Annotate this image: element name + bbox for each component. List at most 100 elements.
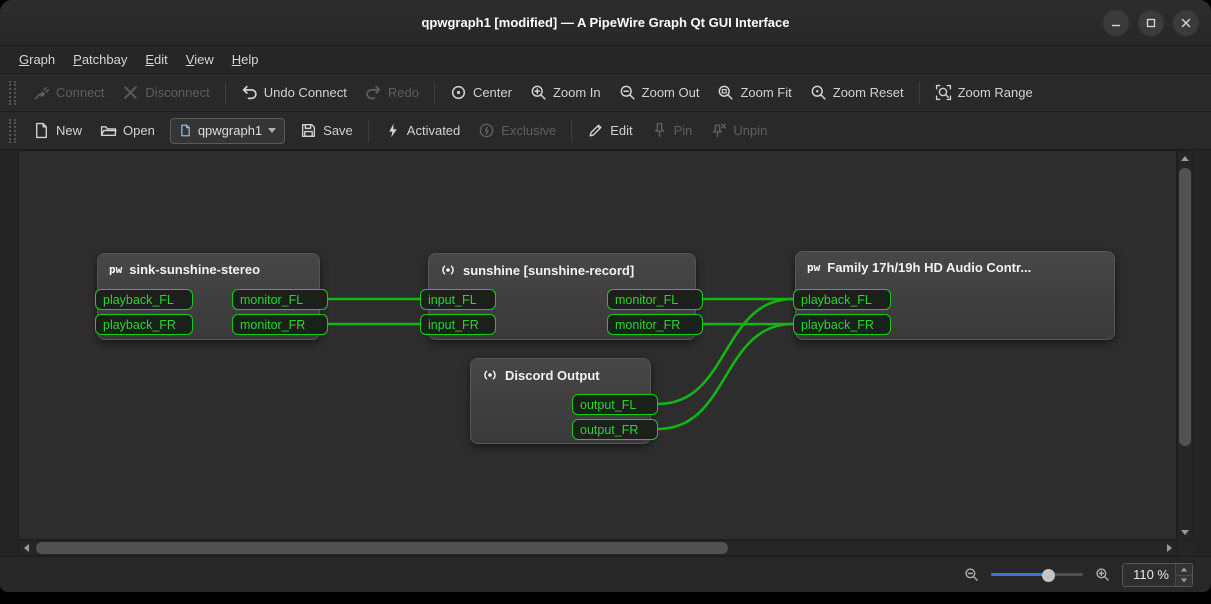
patchbay-profile-select[interactable]: qpwgraph1	[170, 118, 285, 144]
zoom-spin-down[interactable]	[1176, 575, 1192, 586]
zoom-in-small-icon	[1095, 567, 1110, 582]
pin-button[interactable]: Pin	[642, 117, 702, 144]
button-label: Unpin	[733, 123, 767, 138]
disconnect-button[interactable]: Disconnect	[113, 79, 218, 106]
menu-patchbay[interactable]: Patchbay	[64, 46, 136, 73]
zoom-spinbox[interactable]: 110 %	[1122, 563, 1193, 587]
minimize-button[interactable]	[1103, 10, 1129, 36]
horizontal-scroll-thumb[interactable]	[36, 542, 728, 554]
port-sink-monitor-fl[interactable]: monitor_FL	[232, 289, 328, 310]
zoom-range-button[interactable]: Zoom Range	[926, 79, 1042, 106]
exclusive-toggle[interactable]: Exclusive	[469, 117, 565, 144]
zoom-range-icon	[935, 84, 952, 101]
horizontal-scrollbar[interactable]	[18, 540, 1177, 556]
scroll-up-button[interactable]	[1177, 150, 1193, 166]
toolbar-drag-handle[interactable]	[9, 119, 16, 143]
maximize-button[interactable]	[1138, 10, 1164, 36]
button-label: Zoom Range	[958, 85, 1033, 100]
window-title: qpwgraph1 [modified] — A PipeWire Graph …	[421, 15, 789, 30]
menubar: Graph Patchbay Edit View Help	[0, 46, 1211, 74]
scrollbar-corner	[1177, 540, 1193, 556]
zoom-in-icon	[530, 84, 547, 101]
arrow-down-icon	[1181, 530, 1189, 535]
unpin-button[interactable]: Unpin	[701, 117, 776, 144]
graph-viewport: pw sink-sunshine-stereo sunshine [sunshi…	[0, 150, 1211, 556]
patchbay-profile-value: qpwgraph1	[198, 123, 262, 138]
menu-help[interactable]: Help	[223, 46, 268, 73]
chevron-down-icon	[268, 128, 276, 133]
save-button[interactable]: Save	[291, 117, 362, 144]
toolbar-drag-handle[interactable]	[9, 81, 16, 105]
zoom-out-icon	[619, 84, 636, 101]
zoom-out-button[interactable]: Zoom Out	[610, 79, 709, 106]
port-sink-playback-fr[interactable]: playback_FR	[95, 314, 193, 335]
port-discord-output-fl[interactable]: output_FL	[572, 394, 658, 415]
center-button[interactable]: Center	[441, 79, 521, 106]
menu-edit-label: Edit	[145, 52, 167, 67]
zoom-slider-handle[interactable]	[1042, 569, 1055, 582]
port-discord-output-fr[interactable]: output_FR	[572, 419, 658, 440]
patchbay-file-icon	[179, 124, 192, 137]
close-button[interactable]	[1173, 10, 1199, 36]
menu-edit[interactable]: Edit	[136, 46, 176, 73]
arrow-down-icon	[1181, 579, 1187, 583]
zoom-out-small-icon	[964, 567, 979, 582]
zoom-slider-fill	[991, 573, 1048, 576]
button-label: Connect	[56, 85, 104, 100]
vertical-scroll-thumb[interactable]	[1179, 168, 1191, 446]
edit-button[interactable]: Edit	[578, 117, 641, 144]
button-label: Pin	[674, 123, 693, 138]
new-file-icon	[33, 122, 50, 139]
redo-button[interactable]: Redo	[356, 79, 428, 106]
scroll-left-button[interactable]	[18, 540, 34, 556]
zoom-spin-buttons	[1175, 564, 1192, 586]
port-sunshine-input-fr[interactable]: input_FR	[420, 314, 496, 335]
zoom-spin-up[interactable]	[1176, 564, 1192, 575]
pin-icon	[651, 122, 668, 139]
button-label: Activated	[407, 123, 460, 138]
menu-graph[interactable]: Graph	[10, 46, 64, 73]
arrow-left-icon	[24, 544, 29, 552]
port-sunshine-monitor-fr[interactable]: monitor_FR	[607, 314, 703, 335]
zoom-fit-icon	[717, 84, 734, 101]
port-family-playback-fl[interactable]: playback_FL	[793, 289, 891, 310]
graph-canvas[interactable]: pw sink-sunshine-stereo sunshine [sunshi…	[18, 150, 1177, 540]
patchbay-toolbar: New Open qpwgraph1 Save	[0, 112, 1211, 150]
menu-patchbay-label: Patchbay	[73, 52, 127, 67]
zoom-fit-button[interactable]: Zoom Fit	[708, 79, 800, 106]
new-button[interactable]: New	[24, 117, 91, 144]
menu-view[interactable]: View	[177, 46, 223, 73]
connections-layer	[18, 150, 1177, 540]
lightning-icon	[384, 122, 401, 139]
zoom-reset-button[interactable]: Zoom Reset	[801, 79, 913, 106]
zoom-in-button[interactable]: Zoom In	[521, 79, 610, 106]
undo-icon	[241, 84, 258, 101]
toolbar-separator	[434, 82, 435, 104]
link-discord-output-fr-to-family-playback-fr[interactable]	[658, 324, 793, 429]
port-family-playback-fr[interactable]: playback_FR	[793, 314, 891, 335]
button-label: Save	[323, 123, 353, 138]
statusbar: 110 %	[0, 556, 1211, 592]
open-folder-icon	[100, 122, 117, 139]
scroll-down-button[interactable]	[1177, 524, 1193, 540]
port-sink-playback-fl[interactable]: playback_FL	[95, 289, 193, 310]
menu-view-label: View	[186, 52, 214, 67]
undo-connect-button[interactable]: Undo Connect	[232, 79, 356, 106]
zoom-slider[interactable]	[991, 567, 1083, 583]
button-label: Open	[123, 123, 155, 138]
port-sunshine-monitor-fl[interactable]: monitor_FL	[607, 289, 703, 310]
port-sink-monitor-fr[interactable]: monitor_FR	[232, 314, 328, 335]
connect-button[interactable]: Connect	[24, 79, 113, 106]
activated-toggle[interactable]: Activated	[375, 117, 469, 144]
zoom-reset-icon	[810, 84, 827, 101]
toolbar-separator	[225, 82, 226, 104]
maximize-icon	[1145, 17, 1157, 29]
button-label: New	[56, 123, 82, 138]
port-sunshine-input-fl[interactable]: input_FL	[420, 289, 496, 310]
button-label: Zoom Fit	[740, 85, 791, 100]
open-button[interactable]: Open	[91, 117, 164, 144]
save-icon	[300, 122, 317, 139]
close-icon	[1180, 17, 1192, 29]
vertical-scrollbar[interactable]	[1177, 150, 1193, 540]
scroll-right-button[interactable]	[1161, 540, 1177, 556]
